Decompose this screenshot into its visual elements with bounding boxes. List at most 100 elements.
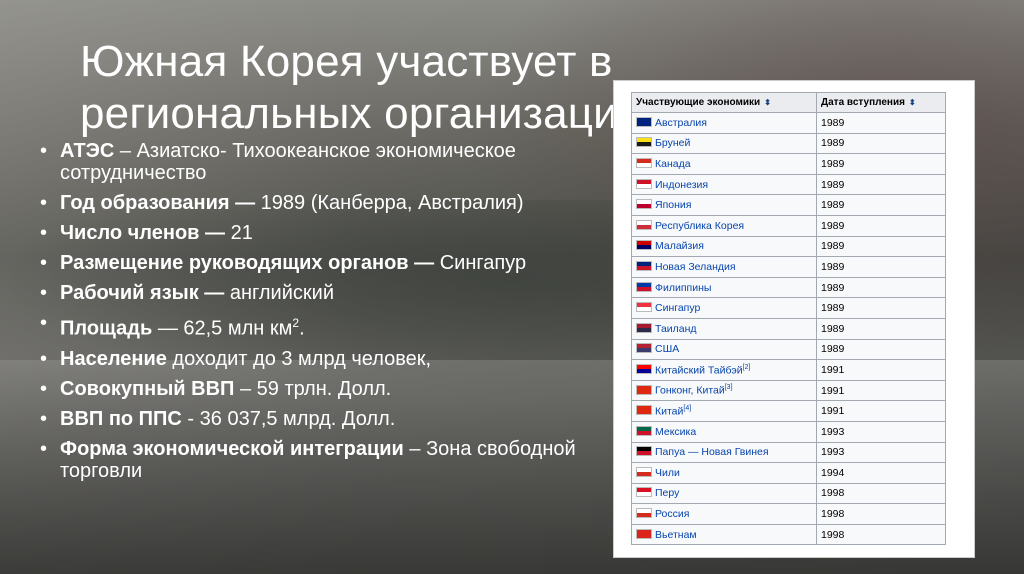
flag-icon	[636, 281, 652, 292]
economy-cell: Китайский Тайбэй[2]	[631, 359, 817, 381]
table-row: Таиланд 1989	[631, 317, 946, 340]
economy-link[interactable]: Бруней	[655, 137, 690, 149]
title-line-2: региональных организациях	[80, 89, 665, 138]
bullet-text: — 62,5 млн км	[152, 317, 293, 340]
economy-link[interactable]: Индонезия	[655, 179, 708, 191]
table-header-row: Участвующие экономики ⬍ Дата вступления ⬍	[631, 92, 946, 113]
reference-link[interactable]: [4]	[683, 405, 691, 412]
economy-link[interactable]: Вьетнам	[655, 529, 697, 541]
economy-link[interactable]: Республика Корея	[655, 220, 744, 232]
table-row: Китайский Тайбэй[2] 1991	[631, 359, 946, 381]
bullet-term: Совокупный ВВП	[60, 377, 235, 400]
bullet-text: - 36 037,5 млрд. Долл.	[181, 407, 396, 430]
join-year-cell: 1998	[816, 503, 946, 525]
economy-link[interactable]: Сингапур	[655, 302, 700, 314]
reference-link[interactable]: [3]	[725, 384, 733, 391]
bullet-term: Рабочий язык —	[60, 282, 225, 304]
economy-cell: Вьетнам	[631, 523, 817, 546]
flag-icon	[636, 364, 652, 375]
economy-cell: Китай[4]	[631, 400, 817, 422]
join-year-cell: 1991	[816, 359, 946, 381]
bullet-text: – Азиатско- Тихоокеанское экономическое …	[60, 140, 516, 184]
flag-icon	[636, 137, 652, 148]
economy-cell: Мексика	[631, 420, 817, 443]
table-row: Сингапур 1989	[631, 297, 946, 319]
economy-link[interactable]: Малайзия	[655, 240, 704, 252]
sort-icon[interactable]: ⬍	[764, 98, 771, 107]
bullet-text: доходит до 3 млрд человек,	[166, 347, 432, 370]
join-year-cell: 1994	[816, 462, 946, 484]
bullet-item: Площадь — 62,5 млн км2.	[40, 312, 580, 340]
economy-link[interactable]: Чили	[655, 467, 680, 479]
economy-link[interactable]: США	[655, 343, 679, 355]
join-year-cell: 1989	[816, 214, 946, 237]
table-row: Канада 1989	[631, 153, 946, 175]
bullet-item: Рабочий язык — английский	[40, 282, 580, 304]
join-year-cell: 1993	[816, 441, 946, 464]
bullet-term: Население	[60, 347, 167, 370]
economy-cell: Канада	[631, 153, 817, 175]
join-year-cell: 1998	[816, 523, 946, 546]
economy-link[interactable]: Япония	[655, 199, 691, 211]
flag-icon	[636, 343, 652, 354]
economy-cell: Австралия	[631, 112, 817, 134]
bullet-text: – 59 трлн. Долл.	[234, 377, 392, 400]
bullet-item: ВВП по ППС - 36 037,5 млрд. Долл.	[40, 408, 580, 430]
bullet-term: АТЭС	[60, 140, 115, 162]
table-row: США 1989	[631, 338, 946, 361]
economy-link[interactable]: Россия	[655, 508, 689, 520]
join-year-cell: 1991	[816, 400, 946, 422]
table-row: Чили 1994	[631, 462, 946, 484]
economy-link[interactable]: Китай	[655, 405, 683, 417]
economy-cell: Гонконг, Китай[3]	[631, 379, 817, 402]
table-row: Япония 1989	[631, 194, 946, 216]
economy-link[interactable]: Китайский Тайбэй	[655, 364, 743, 376]
bullet-item: Размещение руководящих органов — Сингапу…	[40, 252, 580, 274]
members-table-panel: Участвующие экономики ⬍ Дата вступления ⬍ …	[613, 80, 975, 558]
join-year-cell: 1989	[816, 297, 946, 319]
table-row: Перу 1998	[631, 482, 946, 505]
flag-icon	[636, 425, 652, 436]
table-row: Бруней 1989	[631, 132, 946, 155]
header-economies[interactable]: Участвующие экономики ⬍	[631, 92, 817, 113]
economy-link[interactable]: Новая Зеландия	[655, 261, 736, 273]
join-year-cell: 1991	[816, 379, 946, 402]
slide-title: Южная Корея участвует в региональных орг…	[80, 36, 665, 140]
economy-link[interactable]: Мексика	[655, 426, 696, 438]
sort-icon[interactable]: ⬍	[909, 98, 916, 107]
join-year-cell: 1989	[816, 132, 946, 155]
economy-link[interactable]: Филиппины	[655, 282, 711, 294]
bullet-text: 21	[225, 222, 253, 244]
economy-link[interactable]: Австралия	[655, 117, 707, 129]
economy-link[interactable]: Папуа — Новая Гвинея	[655, 446, 769, 458]
bullet-item: АТЭС – Азиатско- Тихоокеанское экономиче…	[40, 140, 580, 184]
flag-icon	[636, 528, 652, 539]
bullet-text: Сингапур	[434, 252, 527, 274]
economy-link[interactable]: Таиланд	[655, 323, 697, 335]
flag-icon	[636, 466, 652, 477]
economy-link[interactable]: Перу	[655, 487, 679, 499]
economy-link[interactable]: Канада	[655, 158, 691, 170]
header-date[interactable]: Дата вступления ⬍	[816, 92, 946, 113]
bullet-item: Форма экономической интеграции – Зона св…	[40, 438, 580, 482]
economy-cell: Новая Зеландия	[631, 256, 817, 278]
table-row: Малайзия 1989	[631, 235, 946, 258]
bullet-text: 1989 (Канберра, Австралия)	[255, 192, 524, 214]
bullet-term: Размещение руководящих органов —	[60, 252, 435, 274]
bullet-text: английский	[224, 282, 334, 304]
flag-icon	[636, 157, 652, 168]
header-date-label: Дата вступления	[821, 97, 905, 108]
bullet-term: Год образования —	[60, 192, 256, 214]
bullet-term: Форма экономической интеграции	[60, 437, 404, 460]
table-row: Мексика 1993	[631, 420, 946, 443]
join-year-cell: 1993	[816, 420, 946, 443]
reference-link[interactable]: [2]	[743, 364, 751, 371]
economy-cell: Малайзия	[631, 235, 817, 258]
title-line-1: Южная Корея участвует в	[80, 37, 613, 86]
join-year-cell: 1989	[816, 338, 946, 361]
table-row: Папуа — Новая Гвинея 1993	[631, 441, 946, 464]
economy-link[interactable]: Гонконг, Китай	[655, 385, 725, 397]
table-row: Филиппины 1989	[631, 276, 946, 299]
economy-cell: Россия	[631, 503, 817, 525]
economy-cell: Япония	[631, 194, 817, 216]
